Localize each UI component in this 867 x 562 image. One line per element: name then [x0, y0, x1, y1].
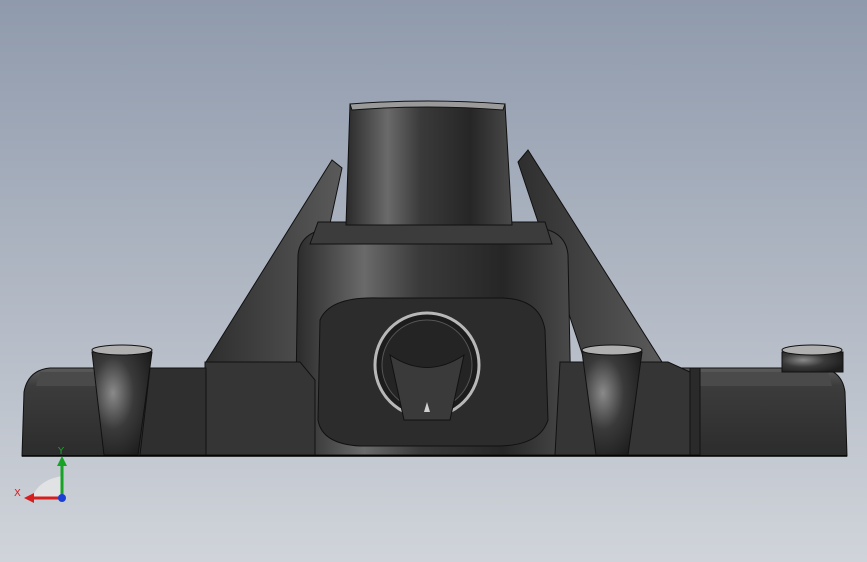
y-axis-arrow: [57, 456, 67, 466]
base-pad-mid-right: [689, 367, 701, 456]
reference-triad[interactable]: Y X: [10, 440, 80, 510]
x-axis-label: X: [14, 488, 21, 499]
base-pad-left: [139, 367, 207, 456]
graphics-viewport[interactable]: Y X: [0, 0, 867, 562]
y-axis-label: Y: [57, 446, 65, 457]
z-axis-dot: [58, 494, 66, 502]
x-axis-arrow: [24, 493, 34, 503]
top-tower[interactable]: [345, 103, 513, 226]
left-shoulder: [204, 361, 316, 456]
triad-plane-wedge: [32, 476, 62, 498]
bolt-boss-right[interactable]: [781, 344, 844, 373]
model-scene[interactable]: [0, 0, 867, 562]
